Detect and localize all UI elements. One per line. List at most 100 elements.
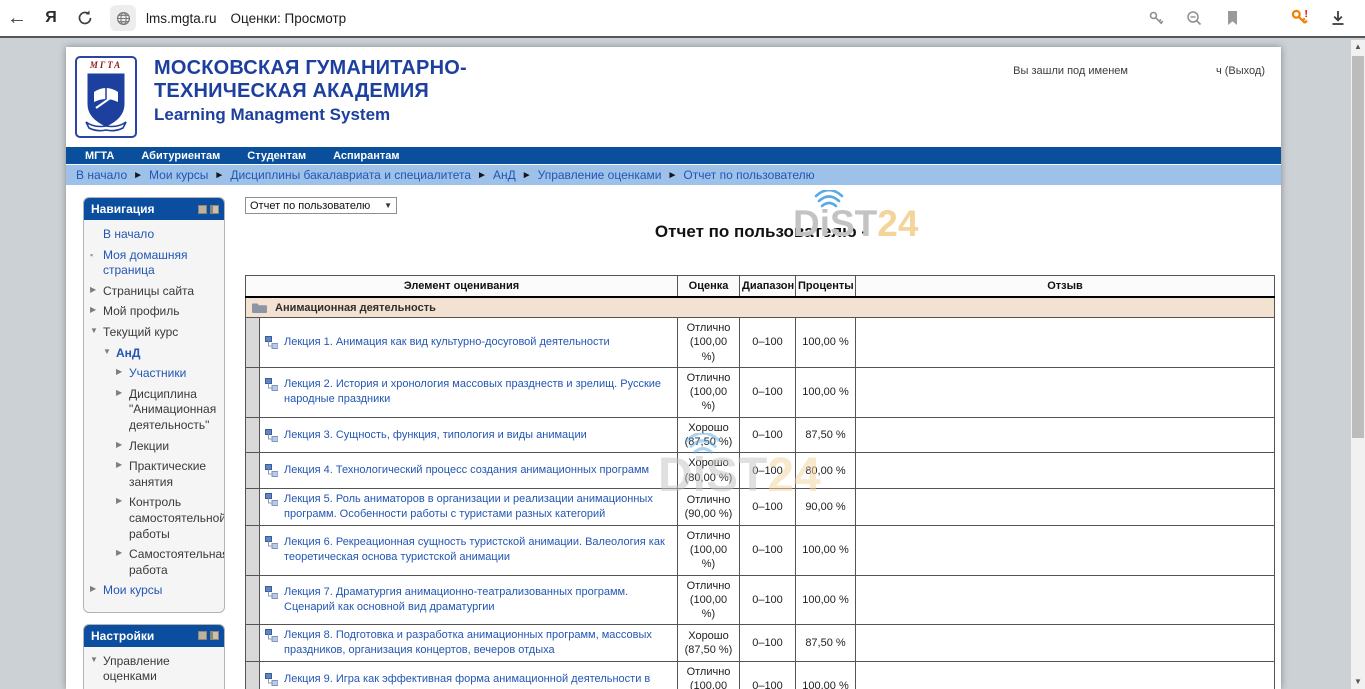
- item-name-cell: Лекция 3. Сущность, функция, типология и…: [260, 417, 678, 453]
- block-collapse-icon[interactable]: [198, 631, 207, 640]
- report-type-value: Отчет по пользователю: [250, 200, 370, 212]
- block-dock-icon[interactable]: [210, 631, 219, 640]
- scrollbar-thumb[interactable]: [1352, 56, 1364, 438]
- grade-percent: (80,00 %): [683, 471, 734, 485]
- sidebar-item[interactable]: ▶Лекции: [90, 439, 220, 455]
- indent-cell: [246, 575, 260, 625]
- item-name-cell: Лекция 7. Драматургия анимационно-театра…: [260, 575, 678, 625]
- indent-cell: [246, 367, 260, 417]
- sidebar-item[interactable]: ▶Практические занятия: [90, 459, 220, 490]
- feedback-cell: [856, 525, 1275, 575]
- magnifier-icon: [1185, 9, 1203, 27]
- menu-item[interactable]: Аспирантам: [333, 150, 399, 162]
- scroll-down-icon[interactable]: ▼: [1351, 675, 1365, 689]
- report-area: Отчет по пользователю ▼ Отчет по пользов…: [245, 197, 1277, 689]
- page-scrollbar[interactable]: ▲ ▼: [1351, 40, 1365, 689]
- key-icon: [1148, 10, 1165, 27]
- grade-item-link[interactable]: Лекция 6. Рекреационная сущность туристс…: [284, 535, 672, 565]
- block-collapse-icon[interactable]: [198, 205, 207, 214]
- sidebar-item[interactable]: ▶Контроль самостоятельной работы: [90, 495, 220, 542]
- lesson-icon: [265, 585, 278, 599]
- item-name-cell: Лекция 6. Рекреационная сущность туристс…: [260, 525, 678, 575]
- grade-item-link[interactable]: Лекция 3. Сущность, функция, типология и…: [284, 428, 587, 443]
- grade-cell: Хорошо(87,50 %): [678, 625, 740, 662]
- settings-block: Настройки ▼Управление оценкамиОбзорный о…: [83, 624, 225, 689]
- grade-item-link[interactable]: Лекция 4. Технологический процесс создан…: [284, 463, 649, 478]
- percent-cell: 100,00 %: [796, 525, 856, 575]
- breadcrumb-item[interactable]: Мои курсы: [149, 168, 208, 182]
- sidebar-item-label: Моя домашняя страница: [103, 248, 220, 279]
- table-row: Лекция 8. Подготовка и разработка анимац…: [246, 625, 1275, 662]
- user-login-info: Вы зашли под именем ч (Выход): [1013, 65, 1265, 77]
- navigation-block-title: Навигация: [91, 202, 155, 216]
- category-row: Анимационная деятельность: [246, 297, 1275, 318]
- breadcrumb-item[interactable]: Отчет по пользователю: [683, 168, 814, 182]
- sidebar-item[interactable]: ▶Мой профиль: [90, 304, 220, 320]
- main-menu: МГТА Абитуриентам Студентам Аспирантам: [66, 147, 1281, 164]
- sidebar-item[interactable]: ▼Управление оценками: [90, 654, 220, 685]
- grade-item-link[interactable]: Лекция 7. Драматургия анимационно-театра…: [284, 585, 672, 615]
- sidebar-item-label: Страницы сайта: [103, 284, 220, 300]
- sidebar-item[interactable]: ▶Участники: [90, 366, 220, 382]
- item-name-cell: Лекция 8. Подготовка и разработка анимац…: [260, 625, 678, 662]
- sidebar-item[interactable]: В начало: [90, 227, 220, 243]
- grade-item-link[interactable]: Лекция 8. Подготовка и разработка анимац…: [284, 628, 672, 658]
- sidebar-item[interactable]: ▶Самостоятельная работа: [90, 547, 220, 578]
- menu-item[interactable]: Студентам: [247, 150, 306, 162]
- breadcrumb-separator-icon: ►: [668, 170, 678, 181]
- grade-item-link[interactable]: Лекция 2. История и хронология массовых …: [284, 377, 672, 407]
- block-dock-icon[interactable]: [210, 205, 219, 214]
- protect-button[interactable]: [1139, 3, 1173, 33]
- download-button[interactable]: [1321, 3, 1355, 33]
- sidebar-item[interactable]: ▼АнД: [90, 346, 220, 362]
- lesson-icon: [265, 535, 278, 549]
- lesson-icon: [265, 377, 278, 391]
- grade-table: Элемент оцениванияОценкаДиапазонПроценты…: [245, 275, 1275, 689]
- menu-item[interactable]: МГТА: [85, 150, 114, 162]
- sidebar-item[interactable]: ▶Страницы сайта: [90, 284, 220, 300]
- grade-item-link[interactable]: Лекция 5. Роль аниматоров в организации …: [284, 492, 672, 522]
- bookmark-button[interactable]: [1215, 3, 1249, 33]
- site-header: МГТА МОСКОВСКАЯ ГУМАНИТАРНО- ТЕХНИЧЕСКАЯ…: [66, 47, 1281, 147]
- menu-item[interactable]: Абитуриентам: [141, 150, 220, 162]
- sidebar-item[interactable]: ▼Текущий курс: [90, 325, 220, 341]
- breadcrumb-item[interactable]: Управление оценками: [538, 168, 662, 182]
- indent-cell: [246, 417, 260, 453]
- breadcrumb-item[interactable]: Дисциплины бакалавриата и специалитета: [230, 168, 471, 182]
- table-row: Лекция 4. Технологический процесс создан…: [246, 453, 1275, 489]
- sidebar-item[interactable]: ▶Мои курсы: [90, 583, 220, 599]
- breadcrumb-item[interactable]: В начало: [76, 168, 127, 182]
- lesson-icon: [265, 672, 278, 686]
- logout-link[interactable]: ч (Выход): [1216, 65, 1265, 77]
- grade-cell: Отлично(100,00 %): [678, 662, 740, 689]
- address-bar[interactable]: lms.mgta.ru Оценки: Просмотр: [110, 5, 346, 31]
- grade-percent: (100,00 %): [683, 385, 734, 414]
- back-icon: ←: [7, 7, 27, 30]
- grade-percent: (100,00 %): [683, 543, 734, 572]
- site-badge[interactable]: [110, 5, 136, 31]
- column-header: Проценты: [796, 276, 856, 298]
- find-button[interactable]: [1177, 3, 1211, 33]
- report-type-select[interactable]: Отчет по пользователю ▼: [245, 197, 397, 214]
- sidebar-item[interactable]: ▪Моя домашняя страница: [90, 248, 220, 279]
- feedback-cell: [856, 662, 1275, 689]
- grade-cell: Отлично(90,00 %): [678, 488, 740, 525]
- lesson-icon: [265, 628, 278, 642]
- chevron-right-icon: ▶: [90, 583, 103, 596]
- password-alert-button[interactable]: !: [1283, 3, 1317, 33]
- grade-item-link[interactable]: Лекция 1. Анимация как вид культурно-дос…: [284, 335, 610, 350]
- category-cell: Анимационная деятельность: [246, 297, 1275, 318]
- refresh-button[interactable]: [68, 3, 102, 33]
- lesson-icon: [265, 428, 278, 442]
- grade-item-link[interactable]: Лекция 9. Игра как эффективная форма ани…: [284, 672, 672, 689]
- scroll-up-icon[interactable]: ▲: [1351, 40, 1365, 54]
- sidebar-item[interactable]: ▶Дисциплина "Анимационная деятельность": [90, 387, 220, 434]
- login-prefix: Вы зашли под именем: [1013, 65, 1128, 77]
- yandex-button[interactable]: Я: [34, 3, 68, 33]
- item-name-cell: Лекция 4. Технологический процесс создан…: [260, 453, 678, 489]
- breadcrumb-item[interactable]: АнД: [493, 168, 516, 182]
- url-text[interactable]: lms.mgta.ru: [146, 11, 217, 26]
- back-button[interactable]: ←: [0, 3, 34, 33]
- grade-cell: Отлично(100,00 %): [678, 367, 740, 417]
- range-cell: 0–100: [740, 662, 796, 689]
